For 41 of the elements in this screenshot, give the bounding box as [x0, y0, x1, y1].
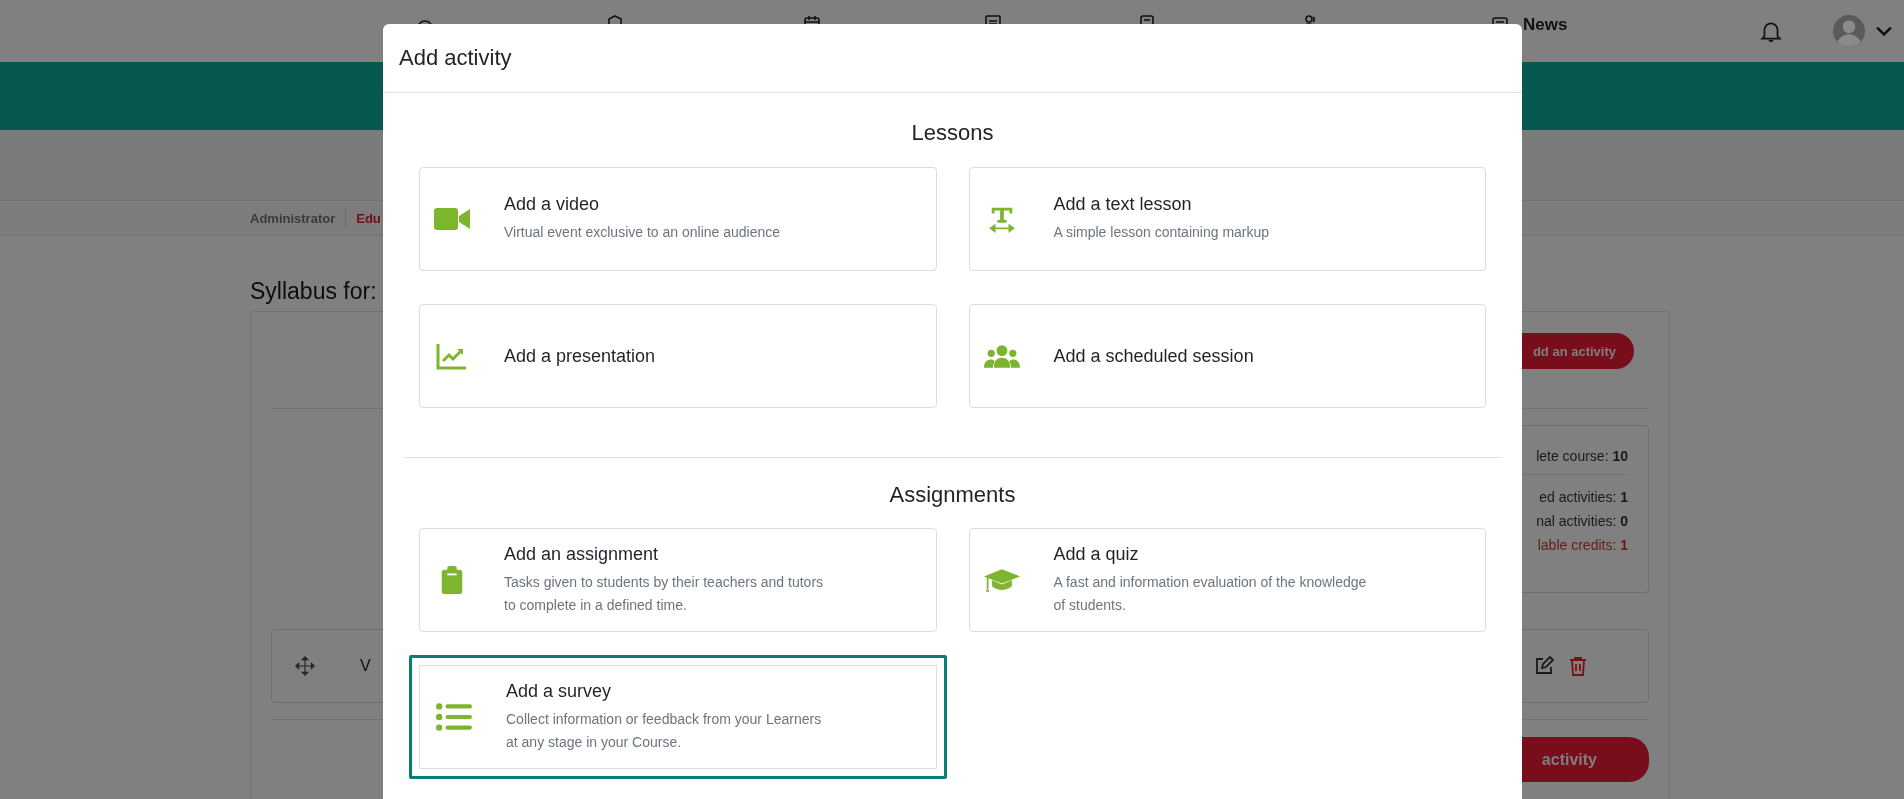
activity-option-card[interactable]: Add an assignment Tasks given to students by their teachers and tutors to complete in a defined time.: [419, 528, 937, 632]
caret-icon[interactable]: [1876, 25, 1892, 37]
group-icon: [983, 342, 1020, 370]
option-description: Tasks given to students by their teachers and tutors to complete in a defined time.: [504, 572, 824, 615]
stat-line: lete course: 10: [1535, 447, 1628, 466]
document-icon: [1138, 15, 1156, 24]
option-title: Add a video: [504, 194, 601, 215]
option-title: Add an assignment: [504, 543, 660, 565]
section-heading: Lessons: [910, 119, 995, 147]
option-title: Add a survey: [506, 680, 613, 702]
activity-option-card[interactable]: Add a presentation: [419, 304, 937, 408]
trash-icon[interactable]: [1568, 656, 1588, 676]
option-title: Add a quiz: [1053, 543, 1140, 565]
option-description: Virtual event exclusive to an online audience: [504, 223, 781, 242]
list-icon: [436, 703, 472, 731]
edit-icon[interactable]: [1534, 656, 1554, 676]
option-title: Add a text lesson: [1053, 194, 1193, 215]
video-camera-icon: [434, 205, 470, 233]
activity-option-card[interactable]: Add a scheduled session: [968, 304, 1486, 408]
list-icon: [984, 15, 1002, 24]
calendar-icon: [803, 15, 821, 24]
move-icon[interactable]: [294, 655, 316, 677]
activity-option-card[interactable]: Add a quiz A fast and information evaluation of the knowledge of students.: [968, 528, 1486, 632]
activity-option-card[interactable]: Add a survey Collect information or feedback from your Learners at any stage in your Course.: [409, 655, 947, 779]
graduation-cap-icon: [983, 566, 1020, 594]
shield-icon: [606, 15, 624, 24]
activity-option-card[interactable]: Add a video Virtual event exclusive to an online audience: [419, 167, 937, 271]
activity-title: V: [360, 657, 371, 675]
activity-option-card[interactable]: Add a text lesson A simple lesson containing markup: [968, 167, 1486, 271]
dialog-title: Add activity: [399, 45, 512, 71]
stat-line: ed activities: 1: [1538, 488, 1628, 507]
option-description: Collect information or feedback from your Learners at any stage in your Course.: [506, 709, 822, 752]
stat-line: nal activities: 0: [1535, 512, 1628, 531]
option-description: A simple lesson containing markup: [1053, 223, 1270, 242]
option-description: A fast and information evaluation of the knowledge of students.: [1053, 572, 1367, 615]
section-heading: Assignments: [888, 481, 1017, 509]
page-title: Syllabus for:: [250, 278, 378, 305]
avatar-icon[interactable]: [1832, 14, 1866, 48]
option-title: Add a presentation: [504, 345, 656, 367]
option-title: Add a scheduled session: [1053, 345, 1254, 367]
stat-line: lable credits: 1: [1536, 536, 1628, 555]
